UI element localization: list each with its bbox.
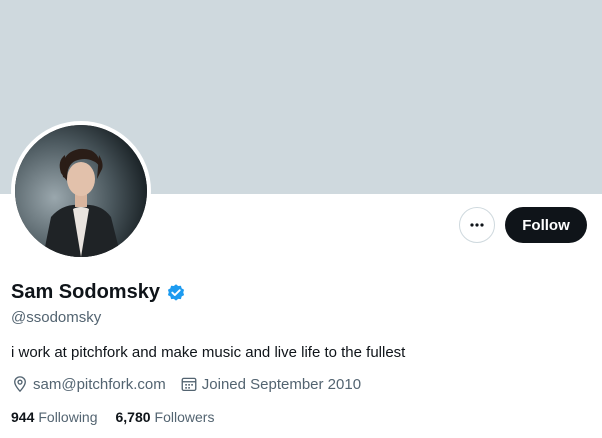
joined-item: Joined September 2010 [180, 375, 361, 393]
name-row: Sam Sodomsky [11, 281, 186, 304]
profile-bio: i work at pitchfork and make music and l… [11, 344, 406, 361]
location-text: sam@pitchfork.com [33, 375, 166, 393]
following-link[interactable]: 944 Following [11, 409, 98, 425]
following-count: 944 [11, 409, 35, 425]
display-name: Sam Sodomsky [11, 281, 160, 303]
calendar-icon [181, 377, 197, 392]
followers-link[interactable]: 6,780 Followers [116, 409, 215, 425]
follow-button[interactable]: Follow [505, 207, 587, 243]
avatar[interactable] [11, 121, 151, 261]
followers-count: 6,780 [115, 409, 151, 425]
joined-date: Joined September 2010 [201, 375, 362, 393]
following-label: Following [38, 409, 98, 425]
profile-meta: sam@pitchfork.com Joined September 2010 [11, 375, 375, 393]
more-dots-icon [470, 223, 484, 227]
followers-label: Followers [154, 409, 215, 425]
follow-stats: 944 Following 6,780 Followers [11, 409, 232, 425]
username-handle: @ssodomsky [11, 309, 102, 326]
verified-badge-icon[interactable] [166, 283, 186, 303]
location-item: sam@pitchfork.com [11, 375, 166, 393]
more-options-button[interactable] [459, 207, 495, 243]
location-pin-icon [14, 376, 26, 393]
avatar-photo [15, 125, 147, 257]
